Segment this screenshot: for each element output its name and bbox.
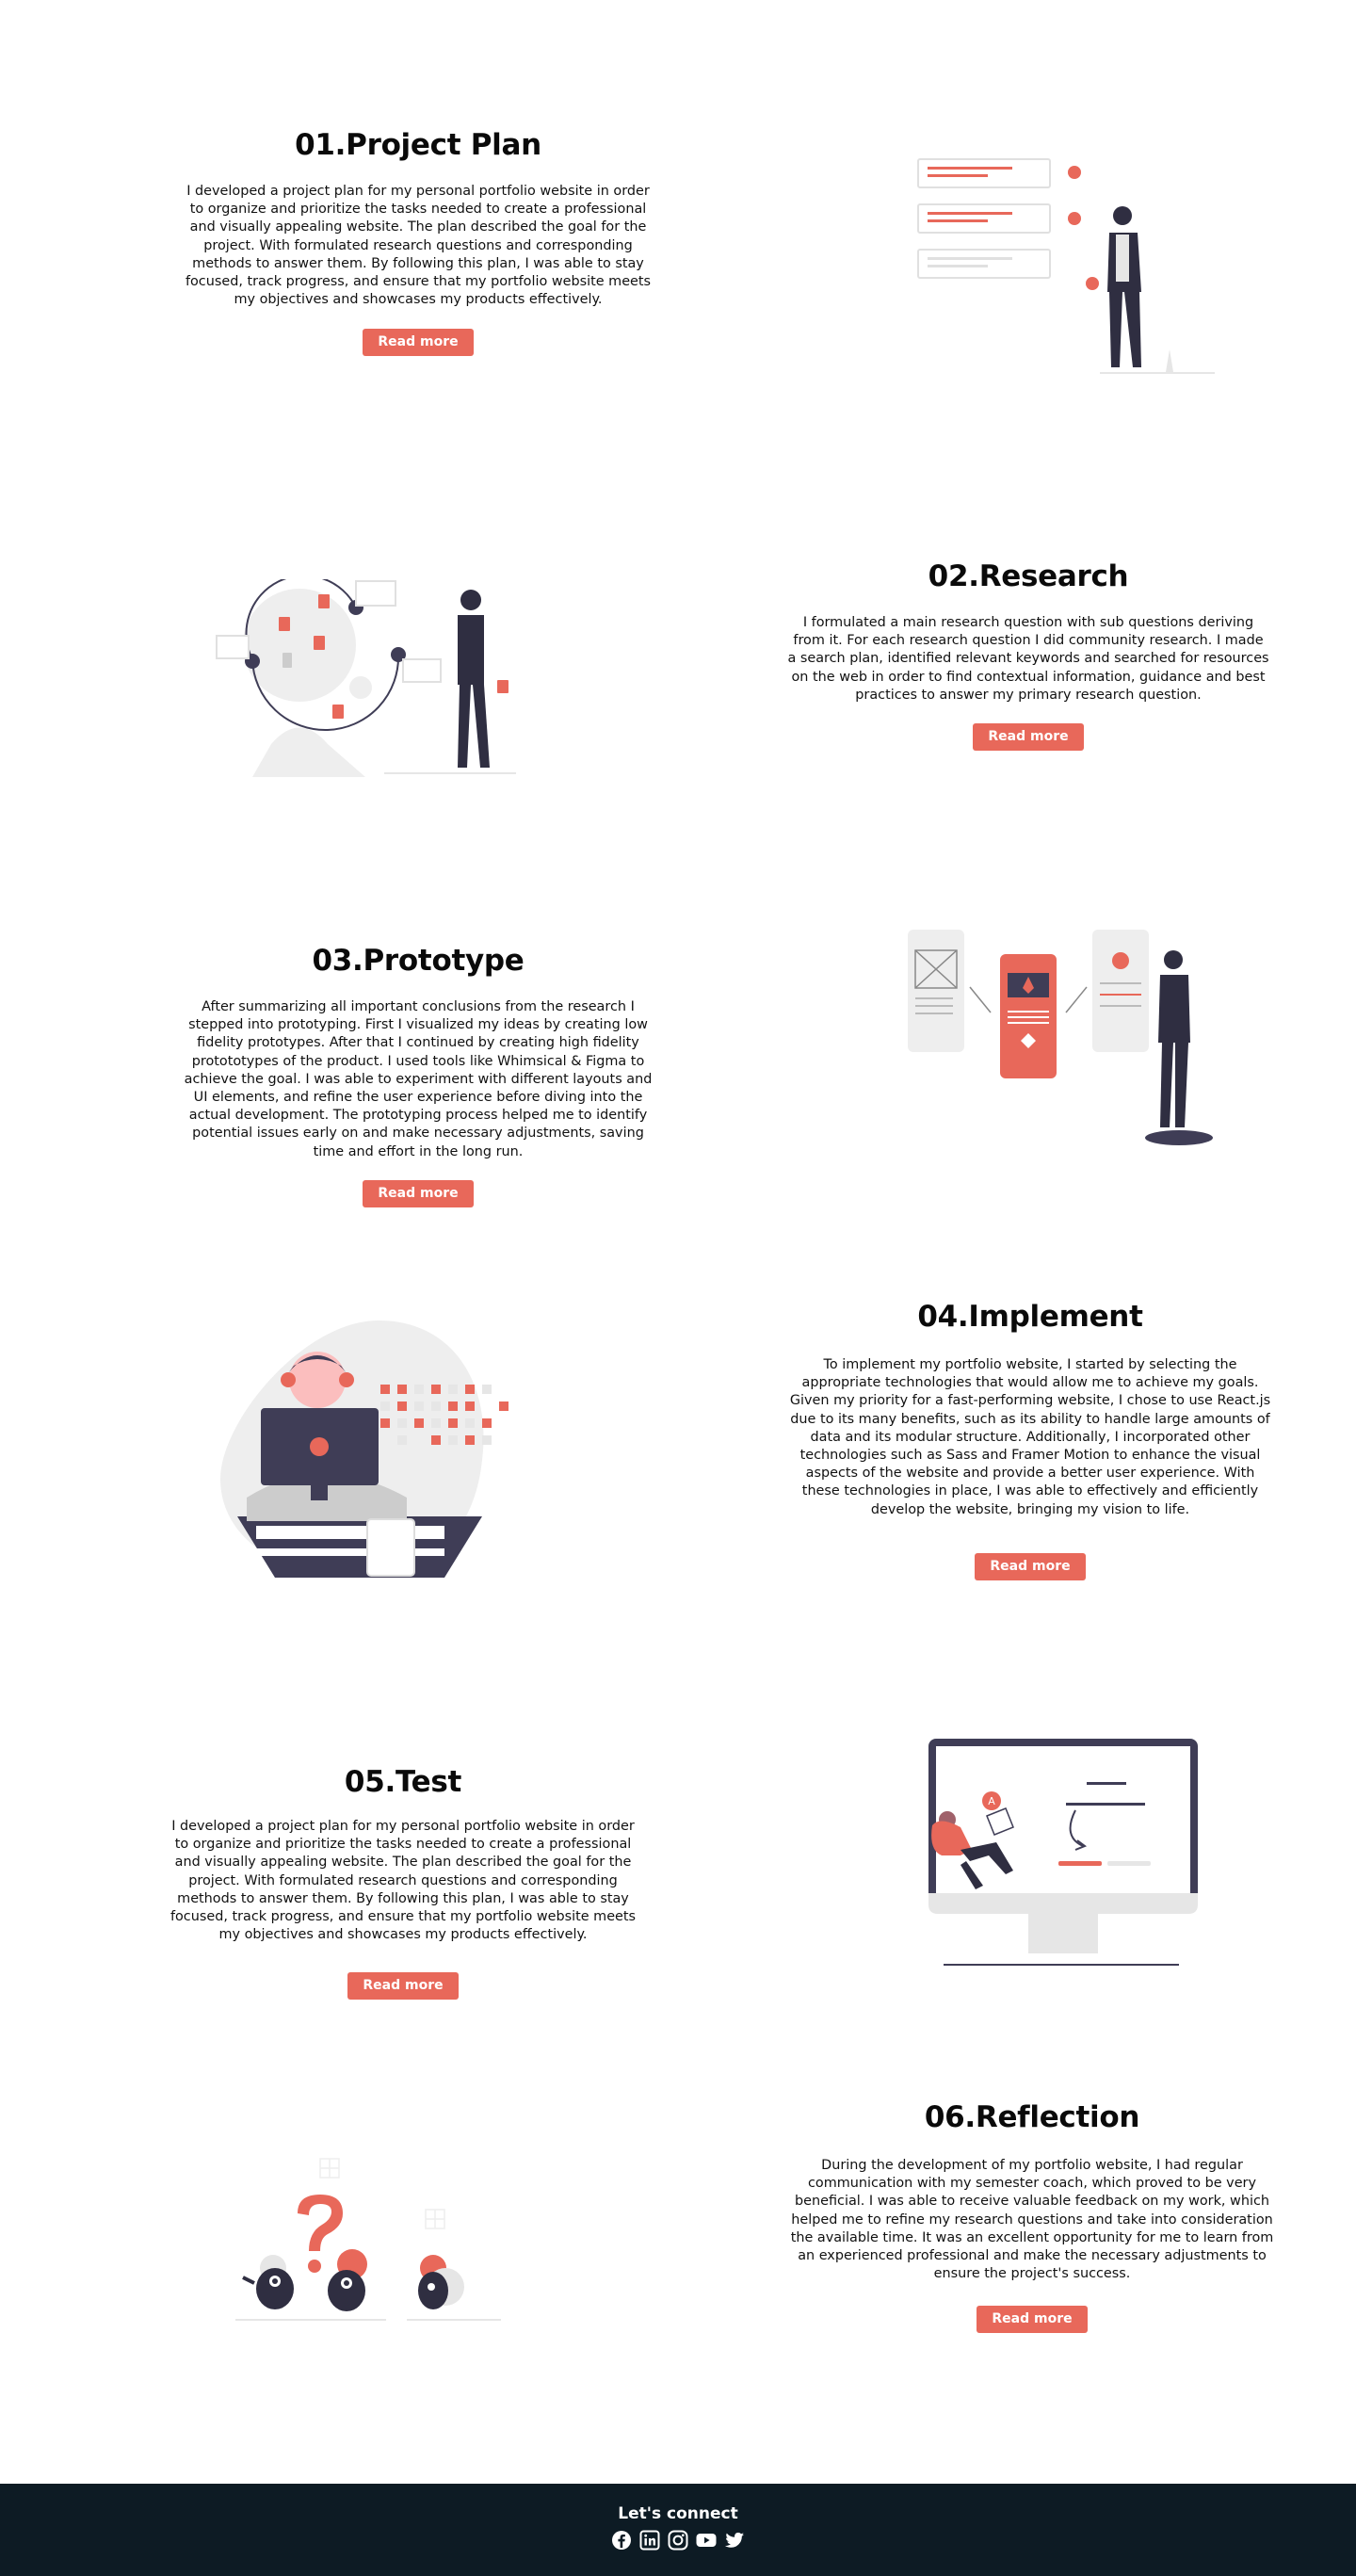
section-description: After summarizing all important conclusi… bbox=[184, 999, 653, 1159]
svg-text:A: A bbox=[988, 1795, 995, 1807]
youtube-icon[interactable] bbox=[695, 2529, 718, 2552]
implement-illustration bbox=[220, 1320, 508, 1579]
read-more-button[interactable]: Read more bbox=[977, 2306, 1088, 2334]
footer-heading: Let's connect bbox=[618, 2504, 738, 2523]
test-text: 05.Test I developed a project plan for m… bbox=[160, 1765, 646, 2001]
reflection-illustration bbox=[235, 2158, 501, 2321]
social-links bbox=[0, 2529, 1356, 2552]
read-more-button[interactable]: Read more bbox=[973, 723, 1084, 752]
section-title: 05.Test bbox=[344, 1765, 462, 1799]
section-description: I developed a project plan for my person… bbox=[170, 1819, 637, 1943]
section-description: I developed a project plan for my person… bbox=[185, 184, 652, 308]
read-more-button[interactable]: Read more bbox=[975, 1552, 1086, 1580]
instagram-icon[interactable] bbox=[667, 2529, 689, 2552]
section-description: To implement my portfolio website, I sta… bbox=[789, 1357, 1271, 1517]
implement-text: 04.Implement To implement my portfolio w… bbox=[782, 1300, 1279, 1580]
section-description: During the development of my portfolio w… bbox=[790, 2158, 1274, 2282]
facebook-icon[interactable] bbox=[610, 2529, 633, 2552]
research-illustration bbox=[216, 579, 516, 777]
research-text: 02.Research I formulated a main research… bbox=[782, 559, 1275, 752]
section-title: 03.Prototype bbox=[312, 944, 525, 978]
section-title: 06.Reflection bbox=[924, 2100, 1140, 2134]
footer: Let's connect bbox=[0, 2484, 1356, 2576]
section-title: 01.Project Plan bbox=[295, 128, 541, 162]
reflection-text: 06.Reflection During the development of … bbox=[783, 2100, 1281, 2334]
prototype-text: 03.Prototype After summarizing all impor… bbox=[160, 944, 676, 1207]
section-description: I formulated a main research question wi… bbox=[787, 615, 1269, 703]
linkedin-icon[interactable] bbox=[638, 2529, 661, 2552]
twitter-icon[interactable] bbox=[723, 2529, 746, 2552]
read-more-button[interactable]: Read more bbox=[363, 329, 474, 357]
prototype-illustration bbox=[908, 930, 1213, 1145]
section-title: 02.Research bbox=[928, 559, 1129, 593]
read-more-button[interactable]: Read more bbox=[347, 1972, 459, 2001]
project-plan-text: 01.Project Plan I developed a project pl… bbox=[170, 128, 667, 357]
section-title: 04.Implement bbox=[917, 1300, 1143, 1334]
test-illustration: A bbox=[928, 1739, 1198, 1966]
read-more-button[interactable]: Read more bbox=[363, 1179, 474, 1207]
project-plan-illustration bbox=[917, 158, 1215, 374]
